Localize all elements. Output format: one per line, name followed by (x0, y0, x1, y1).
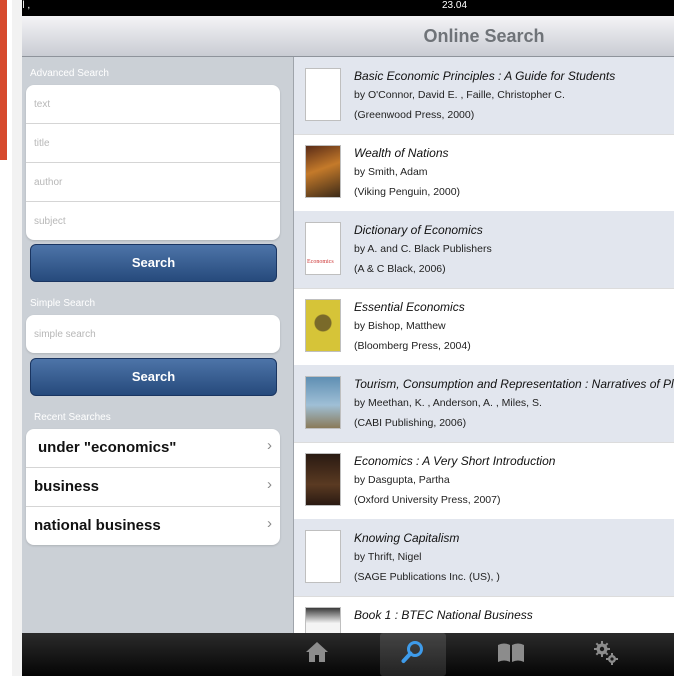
result-publisher: (SAGE Publications Inc. (US), ) (354, 571, 500, 583)
result-row[interactable]: Economics Dictionary of Economics by A. … (294, 211, 674, 289)
chevron-right-icon: › (267, 437, 272, 454)
result-row[interactable]: Basic Economic Principles : A Guide for … (294, 57, 674, 135)
subject-field-row (26, 202, 280, 240)
result-title: Dictionary of Economics (354, 223, 483, 237)
result-title: Book 1 : BTEC National Business (354, 608, 533, 622)
author-field-row (26, 163, 280, 202)
result-author: by Dasgupta, Partha (354, 474, 450, 486)
status-bar: o ulll , 23.04 (22, 0, 674, 16)
recent-search-label: national business (34, 517, 161, 534)
tab-bar (22, 633, 674, 676)
result-publisher: (Greenwood Press, 2000) (354, 109, 475, 121)
background-red-strip (0, 0, 7, 160)
result-title: Tourism, Consumption and Representation … (354, 377, 674, 391)
simple-search-row (26, 315, 280, 353)
result-title: Basic Economic Principles : A Guide for … (354, 69, 616, 83)
subject-field[interactable] (32, 202, 266, 240)
result-publisher: (Oxford University Press, 2007) (354, 494, 501, 506)
result-author: by Smith, Adam (354, 166, 428, 178)
recent-searches-label: Recent Searches (34, 412, 111, 423)
book-cover (305, 299, 341, 352)
book-cover (305, 376, 341, 429)
result-row[interactable]: Knowing Capitalism by Thrift, Nigel (SAG… (294, 519, 674, 597)
result-author: by Bishop, Matthew (354, 320, 446, 332)
book-cover (305, 530, 341, 583)
result-row[interactable]: Economics : A Very Short Introduction by… (294, 442, 674, 520)
book-cover (305, 68, 341, 121)
book-cover (305, 145, 341, 198)
tab-library[interactable] (476, 633, 542, 676)
ipad-screen: o ulll , 23.04 Online Search Advanced Se… (22, 0, 674, 676)
search-results-list: Basic Economic Principles : A Guide for … (294, 57, 674, 633)
recent-searches-list: under "economics" › business › national … (26, 429, 280, 545)
chevron-right-icon: › (267, 515, 272, 532)
book-cover (305, 607, 341, 633)
page-title: Online Search (423, 26, 545, 46)
simple-search-input[interactable] (32, 315, 266, 353)
navigation-bar: Online Search (22, 16, 674, 57)
result-title: Knowing Capitalism (354, 531, 460, 545)
status-time: 23.04 (442, 0, 468, 11)
tab-home[interactable] (284, 633, 350, 676)
result-author: by Meethan, K. , Anderson, A. , Miles, S… (354, 397, 542, 409)
chevron-right-icon: › (267, 476, 272, 493)
home-icon (306, 642, 328, 662)
recent-search-item[interactable]: under "economics" › (26, 429, 280, 468)
result-publisher: (Viking Penguin, 2000) (354, 186, 461, 198)
gear-icon (594, 641, 618, 665)
recent-search-label: under "economics" (38, 439, 177, 456)
advanced-search-fields (26, 85, 280, 240)
book-cover: Economics (305, 222, 341, 275)
cover-text: Economics (307, 259, 334, 265)
text-field-row (26, 85, 280, 124)
title-field[interactable] (32, 124, 266, 162)
result-row[interactable]: Book 1 : BTEC National Business (294, 596, 674, 633)
result-author: by O'Connor, David E. , Faille, Christop… (354, 89, 565, 101)
advanced-search-button[interactable]: Search (30, 244, 277, 282)
simple-search-label: Simple Search (30, 298, 96, 309)
result-title: Economics : A Very Short Introduction (354, 454, 556, 468)
status-carrier: o ulll , (22, 0, 31, 11)
title-field-row (26, 124, 280, 163)
recent-search-item[interactable]: national business › (26, 507, 280, 545)
result-publisher: (Bloomberg Press, 2004) (354, 340, 471, 352)
result-publisher: (CABI Publishing, 2006) (354, 417, 467, 429)
author-field[interactable] (32, 163, 266, 201)
tab-settings[interactable] (572, 633, 638, 676)
result-row[interactable]: Essential Economics by Bishop, Matthew (… (294, 288, 674, 366)
search-sidebar: Advanced Search Search Simple Search Sea… (22, 57, 294, 633)
result-author: by Thrift, Nigel (354, 551, 422, 563)
result-title: Essential Economics (354, 300, 465, 314)
advanced-search-label: Advanced Search (30, 68, 109, 79)
result-row[interactable]: Wealth of Nations by Smith, Adam (Viking… (294, 134, 674, 212)
background-edge (0, 0, 22, 676)
tab-search[interactable] (380, 633, 446, 676)
simple-search-group (26, 315, 280, 353)
recent-search-item[interactable]: business › (26, 468, 280, 507)
result-publisher: (A & C Black, 2006) (354, 263, 446, 275)
result-row[interactable]: Tourism, Consumption and Representation … (294, 365, 674, 443)
background-edge-line (12, 0, 22, 676)
book-icon (498, 643, 524, 662)
result-title: Wealth of Nations (354, 146, 449, 160)
result-author: by A. and C. Black Publishers (354, 243, 492, 255)
book-cover (305, 453, 341, 506)
search-icon (401, 641, 423, 663)
simple-search-button[interactable]: Search (30, 358, 277, 396)
recent-search-label: business (34, 478, 100, 495)
text-field[interactable] (32, 85, 266, 123)
